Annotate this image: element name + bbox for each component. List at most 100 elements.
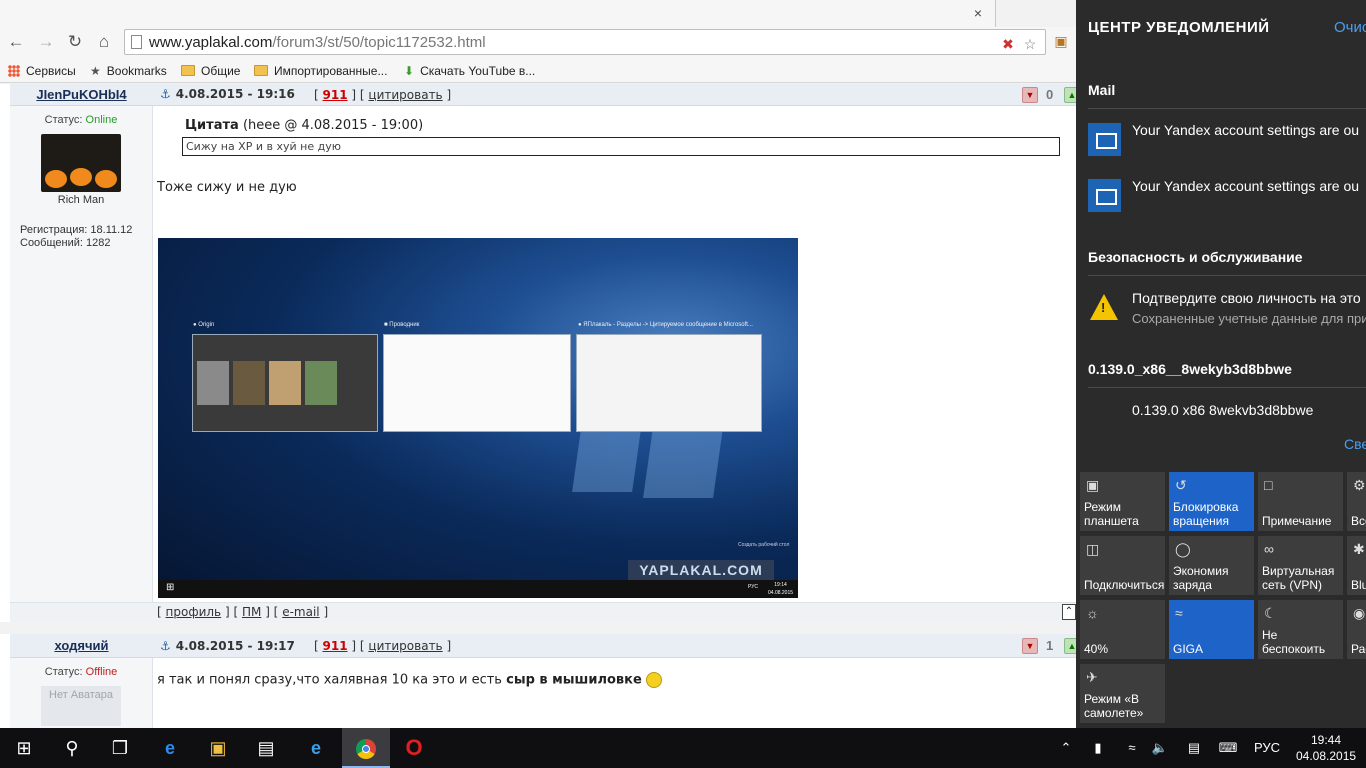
volume-icon[interactable]: 🔈 [1150, 728, 1170, 768]
note-icon: □ [1264, 477, 1273, 493]
security-group-header[interactable]: Безопасность и обслуживание [1088, 249, 1303, 265]
edge-button[interactable]: e [146, 728, 194, 768]
explorer-button[interactable]: ▣ [194, 728, 242, 768]
avatar[interactable] [41, 134, 121, 192]
tile-battery-saver[interactable]: ◯ Экономия заряда [1169, 536, 1254, 595]
thumbs-down-icon[interactable]: ▼ [1022, 87, 1038, 103]
thumbs-down-icon[interactable]: ▼ [1022, 638, 1038, 654]
tile-location[interactable]: ◉ Рас [1347, 600, 1366, 659]
ie-button[interactable]: e [292, 728, 340, 768]
bracket: ] [ [224, 605, 239, 619]
tile-tablet-mode[interactable]: ▣ Режим планшета [1080, 472, 1165, 531]
collapse-link[interactable]: Све [1344, 436, 1366, 452]
bookmark-apps[interactable]: Сервисы [8, 62, 76, 80]
post-sidebar: Статус: Online Rich Man Регистрация: 18.… [10, 106, 153, 602]
bracket: [ [157, 605, 162, 619]
cite-link[interactable]: цитировать [368, 88, 442, 102]
location-icon: ◉ [1353, 605, 1366, 621]
tile-note[interactable]: □ Примечание [1258, 472, 1343, 531]
karma-number[interactable]: 911 [323, 88, 348, 102]
clear-all-link[interactable]: Очис [1334, 19, 1366, 36]
notification-icon[interactable]: ▤ [1184, 728, 1204, 768]
tile-bluetooth[interactable]: ✱ Blu [1347, 536, 1366, 595]
tile-airplane-mode[interactable]: ✈ Режим «В самолете» [1080, 664, 1165, 723]
pumpkin-icon [70, 168, 92, 186]
bookmark-youtube[interactable]: ⬇ Скачать YouTube в... [404, 62, 535, 80]
start-button[interactable]: ⊞ [0, 728, 48, 768]
bookmark-bookmarks[interactable]: ★ Bookmarks [90, 62, 167, 80]
smiley-icon [645, 672, 662, 688]
tile-label: Все пар [1351, 514, 1366, 528]
post-author[interactable]: JIenPuKOHbI4 [10, 87, 153, 102]
thumbs-up-icon[interactable]: ▲ [1064, 638, 1076, 654]
reload-icon[interactable]: ↻ [64, 31, 86, 53]
post-author[interactable]: ходячий [10, 638, 153, 653]
tile-all-settings[interactable]: ⚙ Все пар [1347, 472, 1366, 531]
adblock-icon[interactable]: ✖ [999, 36, 1017, 52]
url-text[interactable]: www.yaplakal.com/forum3/st/50/topic11725… [149, 34, 486, 51]
notification-mail-1[interactable]: Your Yandex account settings are ou [1132, 122, 1359, 138]
pm-link[interactable]: ПМ [242, 605, 261, 619]
language-indicator[interactable]: РУС [1252, 728, 1282, 768]
home-icon[interactable]: ⌂ [93, 31, 115, 53]
notification-security-sub: Сохраненные учетные данные для при [1132, 311, 1366, 326]
address-bar[interactable]: www.yaplakal.com/forum3/st/50/topic11725… [124, 29, 1046, 55]
tile-label: Подключиться [1084, 578, 1165, 592]
back-icon[interactable]: ← [5, 31, 27, 53]
tile-rotation-lock[interactable]: ↺ Блокировка вращения [1169, 472, 1254, 531]
notification-mail-2[interactable]: Your Yandex account settings are ou [1132, 178, 1359, 194]
tray-expand-icon[interactable]: ⌃ [1056, 728, 1076, 768]
profile-link[interactable]: профиль [166, 605, 222, 619]
scroll-top-icon[interactable]: ⌃ [1062, 604, 1076, 620]
taskbar-clock[interactable]: 19:44 04.08.2015 [1296, 732, 1356, 764]
extension-icon[interactable]: ▣ [1052, 33, 1070, 49]
window-thumbnail-explorer[interactable] [383, 334, 571, 432]
app-group-header[interactable]: 0.139.0_x86__8wekyb3d8bbwe [1088, 361, 1292, 377]
keyboard-icon[interactable]: ⌨ [1216, 728, 1240, 768]
window-thumbnail-origin[interactable] [192, 334, 378, 432]
bookmarks-bar: Сервисы ★ Bookmarks Общие Импортированные… [0, 58, 1076, 83]
window-title-text: Origin [198, 322, 215, 328]
mail-group-header[interactable]: Mail [1088, 82, 1115, 98]
post-date[interactable]: ⚓ 4.08.2015 - 19:17 [160, 639, 295, 653]
edge-icon: e [164, 738, 175, 758]
tile-connect[interactable]: ◫ Подключиться [1080, 536, 1165, 595]
watermark: YAPLAKAL.COM [628, 560, 774, 580]
browser-tab[interactable]: × [0, 0, 996, 27]
notification-security[interactable]: Подтвердите свою личность на это [1132, 290, 1361, 306]
battery-icon[interactable]: ▮ [1088, 728, 1108, 768]
search-button[interactable]: ⚲ [48, 728, 96, 768]
cite-link[interactable]: цитировать [368, 639, 442, 653]
battery-saver-icon: ◯ [1175, 541, 1191, 557]
email-link[interactable]: e-mail [282, 605, 319, 619]
avatar[interactable]: Нет Аватара [41, 686, 121, 726]
thumbs-up-icon[interactable]: ▲ [1064, 87, 1076, 103]
post-image[interactable]: ● Origin ■ Проводник ● ЯПлакаль - Раздел… [158, 238, 798, 598]
chrome-button[interactable] [342, 728, 390, 768]
tile-vpn[interactable]: ∞ Виртуальная сеть (VPN) [1258, 536, 1343, 595]
post-date[interactable]: ⚓ 4.08.2015 - 19:16 [160, 87, 295, 101]
post-separator [0, 622, 1076, 634]
tab-close-button[interactable]: × [968, 4, 988, 22]
notification-app[interactable]: 0.139.0 x86 8wekvb3d8bbwe [1132, 402, 1313, 418]
bookmark-folder-imported[interactable]: Импортированные... [254, 62, 387, 80]
vpn-icon: ∞ [1264, 541, 1274, 557]
tile-quiet-hours[interactable]: ☾ Не беспокоить [1258, 600, 1343, 659]
karma-number[interactable]: 911 [323, 639, 348, 653]
post-footer: [ профиль ] [ ПМ ] [ e-mail ] ⌃ [10, 602, 1076, 622]
wifi-icon[interactable]: ≈ [1122, 728, 1142, 768]
tile-label: Экономия заряда [1173, 564, 1229, 592]
bookmark-star-icon[interactable]: ☆ [1021, 36, 1039, 52]
tile-brightness[interactable]: ☼ 40% [1080, 600, 1165, 659]
store-button[interactable]: ▤ [242, 728, 290, 768]
task-view-button[interactable]: ❐ [96, 728, 144, 768]
forward-icon[interactable]: → [35, 31, 57, 53]
window-thumbnail-edge[interactable] [576, 334, 762, 432]
opera-button[interactable]: O [390, 728, 438, 768]
quote-meta: (heee @ 4.08.2015 - 19:00) [242, 118, 424, 133]
tile-wifi[interactable]: ≈ GIGA [1169, 600, 1254, 659]
star-icon: ★ [90, 63, 101, 78]
bookmark-folder-general[interactable]: Общие [181, 62, 240, 80]
bookmark-label: Общие [201, 64, 241, 78]
post-karma: [ 911 ] [ цитировать ] [314, 88, 451, 102]
